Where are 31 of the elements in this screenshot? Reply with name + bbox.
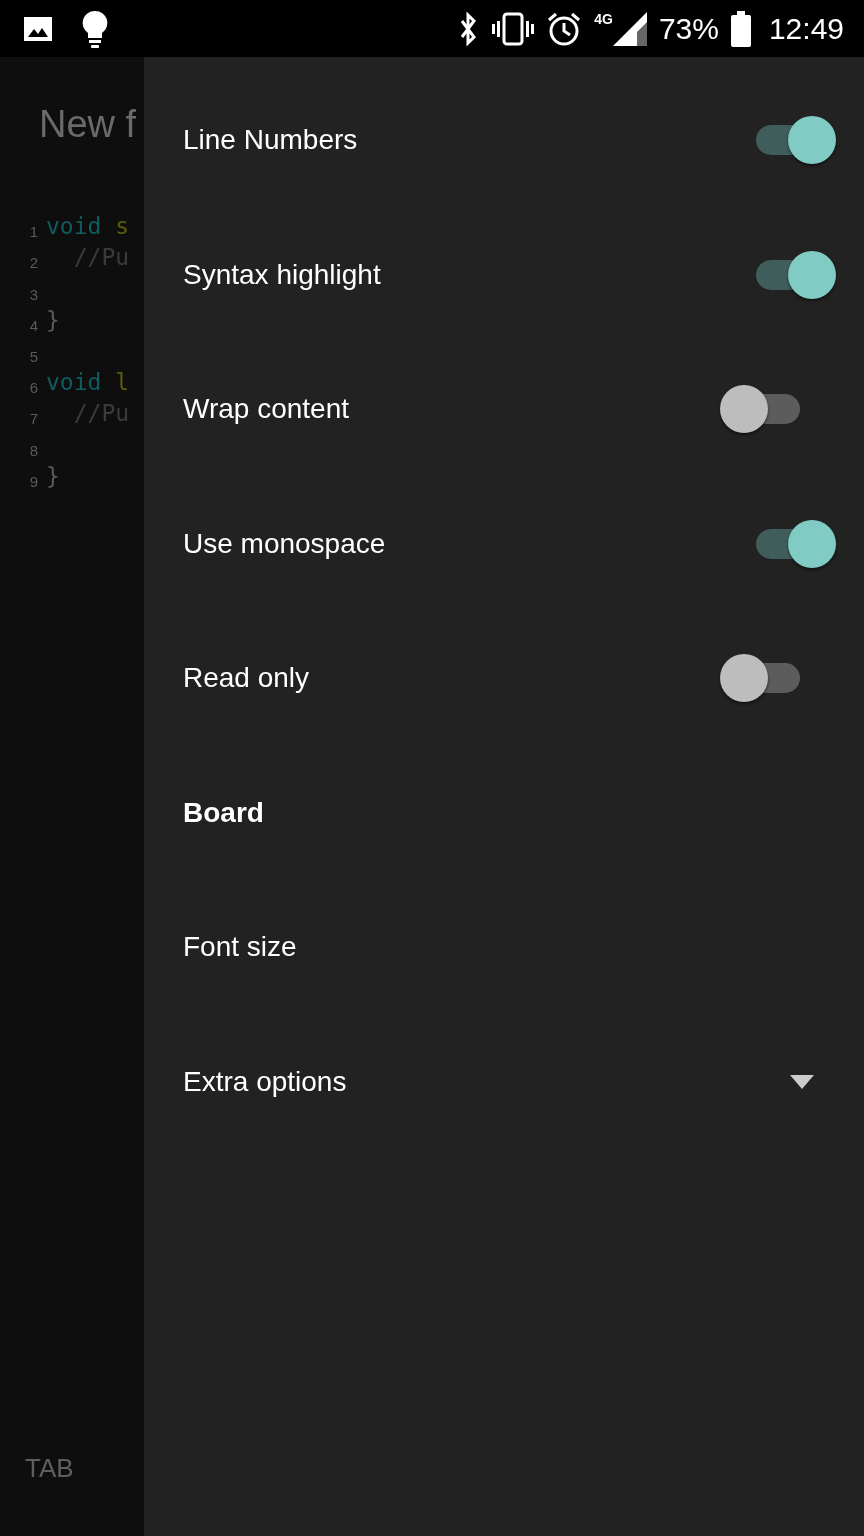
setting-label: Use monospace xyxy=(183,527,386,560)
section-header: Board xyxy=(183,796,264,829)
line-number: 5 xyxy=(28,347,39,365)
setting-label: Line Numbers xyxy=(183,124,358,157)
code-text: } xyxy=(46,305,60,334)
network-label: 4G xyxy=(594,11,613,26)
dropdown-arrow-icon[interactable] xyxy=(790,1074,814,1089)
setting-label: Read only xyxy=(183,662,310,695)
line-number: 7 xyxy=(28,410,39,428)
line-number: 3 xyxy=(28,285,39,303)
clock-time: 12:49 xyxy=(768,11,844,46)
line-number: 9 xyxy=(28,472,39,490)
line-number: 4 xyxy=(28,316,39,334)
setting-label: Syntax highlight xyxy=(183,258,381,291)
code-text: void s xyxy=(46,212,130,241)
battery-percent: 73% xyxy=(658,11,719,46)
setting-label: Wrap content xyxy=(183,393,350,426)
line-number: 8 xyxy=(28,441,39,459)
code-text: void l xyxy=(46,368,130,397)
line-number: 1 xyxy=(28,223,39,241)
code-text: } xyxy=(46,461,60,490)
menu-item[interactable]: Extra options xyxy=(183,1065,347,1098)
line-number: 6 xyxy=(28,379,39,397)
signal-icon xyxy=(612,11,647,46)
battery-icon xyxy=(730,10,751,47)
vibrate-icon xyxy=(492,10,535,47)
document-title: New f xyxy=(39,103,138,147)
menu-item[interactable]: Font size xyxy=(183,931,297,964)
line-number: 2 xyxy=(28,254,39,272)
alarm-icon xyxy=(546,10,583,47)
lightbulb-icon xyxy=(80,8,110,49)
